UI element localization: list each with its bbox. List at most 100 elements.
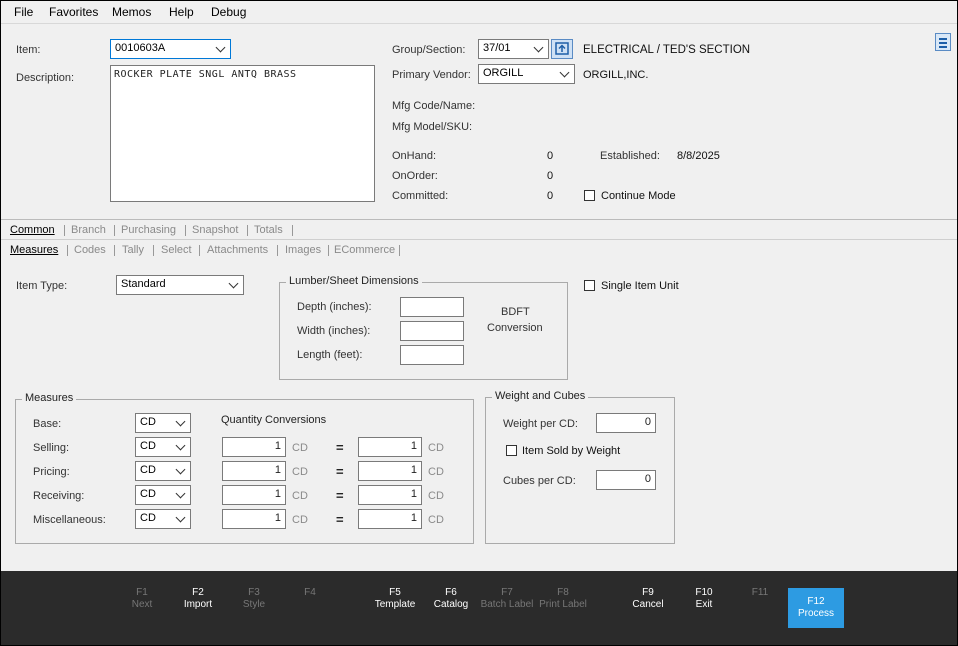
group-section-combo[interactable]: 37/01 — [478, 39, 549, 59]
tab-separator — [292, 225, 293, 236]
base-unit-combo[interactable]: CD — [135, 413, 191, 433]
tab-purchasing[interactable]: Purchasing — [121, 224, 176, 236]
weight-per-input[interactable]: 0 — [596, 413, 656, 433]
f4-button[interactable]: F4 — [282, 587, 338, 599]
tab-separator — [247, 225, 248, 236]
receiving-unit-combo[interactable]: CD — [135, 485, 191, 505]
tab-select[interactable]: Select — [161, 244, 192, 256]
menu-debug[interactable]: Debug — [211, 5, 246, 19]
f5-template-button[interactable]: F5 Template — [367, 587, 423, 611]
tab-ecommerce[interactable]: ECommerce — [334, 244, 395, 256]
quantity-conversions-label: Quantity Conversions — [221, 414, 327, 426]
f12-process-button[interactable]: F12 Process — [788, 588, 844, 628]
receiving-qty2-input[interactable]: 1 — [358, 485, 422, 505]
receiving-unit-value: CD — [140, 488, 156, 500]
description-textarea[interactable]: ROCKER PLATE SNGL ANTQ BRASS — [110, 65, 375, 202]
item-maintenance-window: File Favorites Memos Help Debug Item: 00… — [1, 1, 957, 645]
menu-line — [939, 46, 947, 48]
f10-exit-button[interactable]: F10 Exit — [676, 587, 732, 611]
top-tab-bar: Common Branch Purchasing Snapshot Totals — [1, 221, 957, 240]
tab-separator — [399, 245, 400, 256]
chevron-down-icon — [228, 278, 239, 289]
measures-group: Measures Quantity Conversions Base: CD S… — [15, 392, 474, 544]
equals-sign: = — [336, 440, 344, 455]
menu-favorites[interactable]: Favorites — [49, 5, 98, 19]
onhand-label: OnHand: — [392, 150, 437, 162]
tab-branch[interactable]: Branch — [71, 224, 106, 236]
single-item-unit-checkbox[interactable] — [584, 280, 595, 291]
menu-help[interactable]: Help — [169, 5, 194, 19]
hamburger-menu-button[interactable] — [935, 33, 951, 51]
bdft-conversion-label: Conversion — [487, 322, 543, 334]
miscellaneous-qty-input[interactable]: 1 — [222, 509, 286, 529]
width-input[interactable] — [400, 321, 464, 341]
f2-import-button[interactable]: F2 Import — [170, 587, 226, 611]
fkey-code: F11 — [751, 587, 769, 598]
base-unit-value: CD — [140, 416, 156, 428]
receiving-label: Receiving: — [33, 490, 85, 502]
miscellaneous-qty2-input[interactable]: 1 — [358, 509, 422, 529]
receiving-unit2-label: CD — [428, 490, 444, 502]
f9-cancel-button[interactable]: F9 Cancel — [620, 587, 676, 611]
pricing-qty2-input[interactable]: 1 — [358, 461, 422, 481]
receiving-qty-input[interactable]: 1 — [222, 485, 286, 505]
tabs-divider — [1, 219, 957, 220]
tab-snapshot[interactable]: Snapshot — [192, 224, 238, 236]
pricing-unit-combo[interactable]: CD — [135, 461, 191, 481]
tab-common[interactable]: Common — [10, 224, 55, 236]
tab-separator — [114, 225, 115, 236]
item-type-combo[interactable]: Standard — [116, 275, 244, 295]
f6-catalog-button[interactable]: F6 Catalog — [423, 587, 479, 611]
item-combo[interactable]: 0010603A — [110, 39, 231, 59]
tab-codes[interactable]: Codes — [74, 244, 106, 256]
tab-separator — [114, 245, 115, 256]
established-value: 8/8/2025 — [677, 150, 720, 162]
f3-style-button[interactable]: F3 Style — [226, 587, 282, 611]
tab-separator — [153, 245, 154, 256]
tab-images[interactable]: Images — [285, 244, 321, 256]
miscellaneous-unit-combo[interactable]: CD — [135, 509, 191, 529]
tab-tally[interactable]: Tally — [122, 244, 144, 256]
menu-memos[interactable]: Memos — [112, 5, 151, 19]
cubes-per-label: Cubes per CD: — [503, 475, 576, 487]
chevron-down-icon — [175, 464, 186, 475]
selling-qty2-input[interactable]: 1 — [358, 437, 422, 457]
upload-icon — [555, 42, 569, 55]
length-input[interactable] — [400, 345, 464, 365]
group-section-value: 37/01 — [483, 42, 511, 54]
chevron-down-icon — [175, 488, 186, 499]
menu-file[interactable]: File — [14, 5, 33, 19]
tab-attachments[interactable]: Attachments — [207, 244, 268, 256]
miscellaneous-label: Miscellaneous: — [33, 514, 106, 526]
f11-button[interactable]: F11 — [732, 587, 788, 599]
pricing-label: Pricing: — [33, 466, 70, 478]
function-key-bar: F1 Next F2 Import F3 Style F4 F5 Templat… — [1, 571, 957, 645]
group-lookup-button[interactable] — [551, 39, 573, 59]
onorder-value: 0 — [547, 170, 554, 182]
sold-by-weight-checkbox[interactable] — [506, 445, 517, 456]
chevron-down-icon — [175, 416, 186, 427]
f1-next-button[interactable]: F1 Next — [114, 587, 170, 611]
selling-unit-combo[interactable]: CD — [135, 437, 191, 457]
fkey-code: F4 — [304, 587, 316, 598]
base-label: Base: — [33, 418, 62, 430]
length-label: Length (feet): — [297, 349, 363, 361]
lumber-dimensions-title: Lumber/Sheet Dimensions — [286, 275, 422, 287]
tab-measures[interactable]: Measures — [10, 244, 58, 256]
cubes-per-input[interactable]: 0 — [596, 470, 656, 490]
tab-separator — [185, 225, 186, 236]
measures-title: Measures — [22, 392, 77, 404]
f7-batch-label-button[interactable]: F7 Batch Label — [479, 587, 535, 611]
selling-qty-input[interactable]: 1 — [222, 437, 286, 457]
fkey-label: Batch Label — [480, 599, 534, 610]
bdft-label: BDFT — [501, 306, 530, 318]
selling-label: Selling: — [33, 442, 70, 454]
tab-totals[interactable]: Totals — [254, 224, 283, 236]
continue-mode-checkbox[interactable] — [584, 190, 595, 201]
depth-input[interactable] — [400, 297, 464, 317]
primary-vendor-combo[interactable]: ORGILL — [478, 64, 575, 84]
fkey-code: F6 — [445, 587, 457, 598]
f8-print-label-button[interactable]: F8 Print Label — [535, 587, 591, 611]
sub-tab-bar: Measures Codes Tally Select Attachments … — [1, 241, 957, 260]
pricing-qty-input[interactable]: 1 — [222, 461, 286, 481]
